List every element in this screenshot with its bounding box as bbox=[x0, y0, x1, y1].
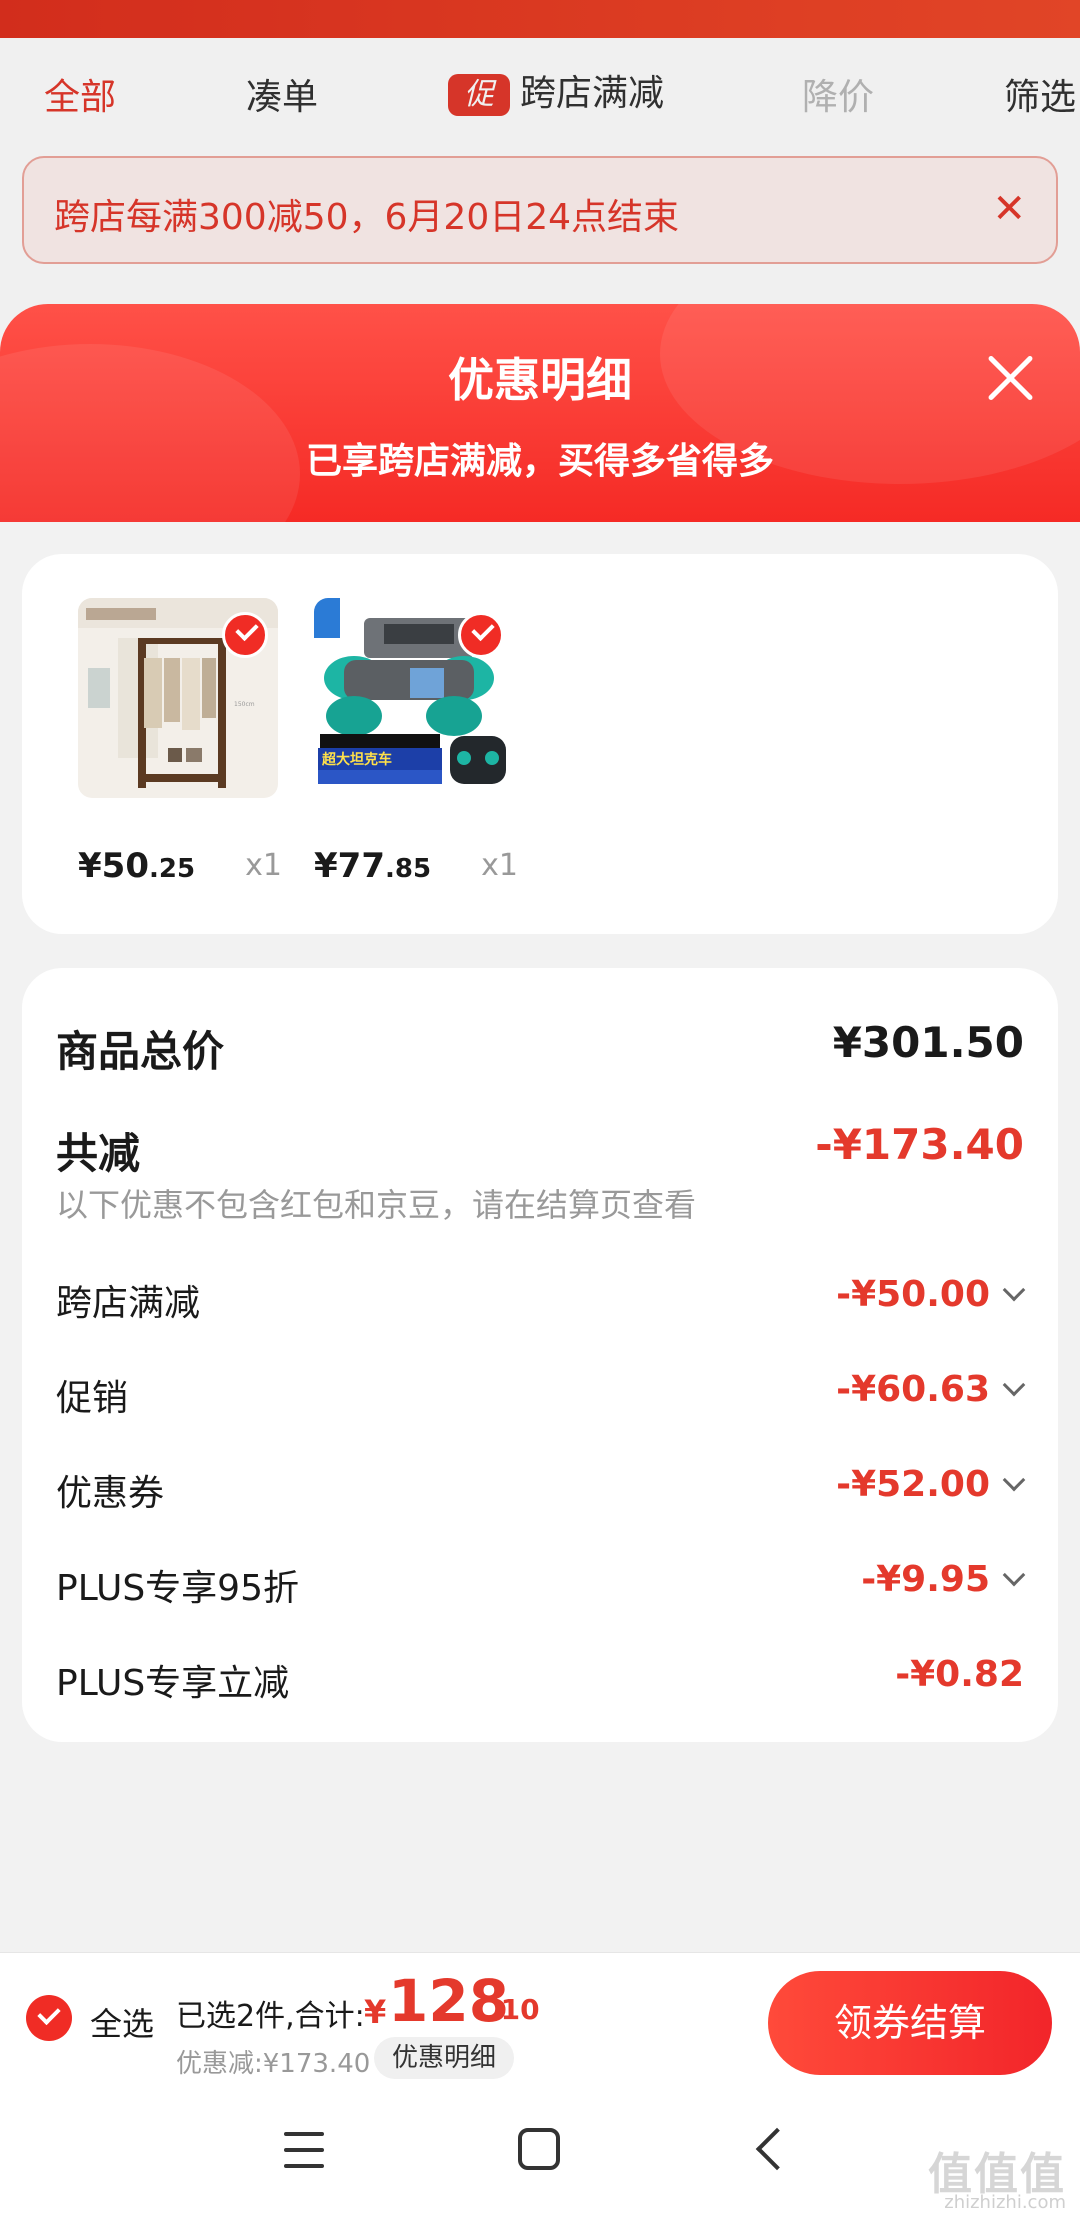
discount-row-coupon[interactable]: 优惠券 -¥52.00 bbox=[56, 1464, 1026, 1524]
discount-value: -¥0.82 bbox=[895, 1654, 1024, 1695]
discount-summary-card: 商品总价 ¥301.50 共减 -¥173.40 以下优惠不包含红包和京豆，请在… bbox=[22, 968, 1058, 1742]
chevron-down-icon[interactable] bbox=[1002, 1563, 1026, 1587]
product-image-rc-car[interactable]: 超大坦克车 bbox=[314, 598, 514, 798]
product-price: ¥50.25 bbox=[78, 846, 196, 886]
total-amount-cents: .10 bbox=[490, 1993, 540, 2026]
sheet-title: 优惠明细 bbox=[448, 353, 632, 407]
total-price-row: 商品总价 ¥301.50 bbox=[56, 1018, 1024, 1078]
checked-icon[interactable] bbox=[222, 612, 268, 658]
svg-text:超大坦克车: 超大坦克车 bbox=[321, 751, 392, 768]
chevron-down-icon[interactable] bbox=[1002, 1468, 1026, 1492]
discount-label: PLUS专享95折 bbox=[56, 1568, 299, 1609]
discount-amount-text: 优惠减:¥173.40 bbox=[176, 2049, 371, 2079]
checkout-button[interactable]: 领券结算 bbox=[768, 1971, 1052, 2075]
discount-note: 以下优惠不包含红包和京豆，请在结算页查看 bbox=[56, 1186, 697, 1224]
discount-row-cross-store[interactable]: 跨店满减 -¥50.00 bbox=[56, 1274, 1026, 1334]
checkout-bar: 全选 已选2件,合计: ¥ 128 .10 优惠减:¥173.40 优惠明细 领… bbox=[0, 1952, 1080, 2088]
back-icon[interactable] bbox=[755, 2127, 799, 2171]
chevron-down-icon[interactable] bbox=[1002, 1278, 1026, 1302]
product-quantity: x1 bbox=[245, 848, 282, 883]
checked-icon[interactable] bbox=[458, 612, 504, 658]
total-price-value: ¥301.50 bbox=[832, 1018, 1024, 1067]
discount-detail-button[interactable]: 优惠明细 bbox=[374, 2037, 515, 2079]
system-navigation-bar: 值值值 zhizhizhi.com bbox=[0, 2088, 1080, 2219]
cart-page-background: 全部 凑单 促跨店满减 降价 筛选 跨店每满300减50，6月20日24点结束 … bbox=[0, 0, 1080, 320]
chevron-down-icon[interactable] bbox=[1002, 1373, 1026, 1397]
overlay-dim bbox=[0, 0, 1080, 320]
total-price-label: 商品总价 bbox=[56, 1027, 225, 1076]
discount-value: -¥9.95 bbox=[861, 1559, 990, 1600]
products-card: 150cm ¥50.25 x1 超大坦克车 ¥77.85 x1 bbox=[22, 554, 1058, 934]
total-reduce-label: 共减 bbox=[56, 1129, 141, 1178]
selected-count-text: 已选2件,合计: bbox=[176, 1999, 365, 2034]
discount-value: -¥50.00 bbox=[836, 1274, 990, 1315]
discount-label: PLUS专享立减 bbox=[56, 1663, 290, 1704]
discount-label: 跨店满减 bbox=[56, 1283, 201, 1324]
select-all-label[interactable]: 全选 bbox=[90, 1999, 154, 2045]
close-icon[interactable] bbox=[980, 348, 1040, 408]
discount-value: -¥60.63 bbox=[836, 1369, 990, 1410]
menu-icon[interactable] bbox=[284, 2132, 328, 2170]
discount-label: 优惠券 bbox=[56, 1473, 165, 1514]
discount-sheet-header: 优惠明细 已享跨店满减，买得多省得多 bbox=[0, 304, 1080, 522]
product-price: ¥77.85 bbox=[314, 846, 432, 886]
discount-value: -¥52.00 bbox=[836, 1464, 990, 1505]
watermark-url: zhizhizhi.com bbox=[944, 2192, 1066, 2213]
home-icon[interactable] bbox=[518, 2128, 560, 2170]
select-all-checkbox[interactable] bbox=[26, 1995, 72, 2041]
discount-label: 促销 bbox=[56, 1378, 129, 1419]
svg-text:150cm: 150cm bbox=[234, 701, 255, 708]
product-image-coat-rack[interactable]: 150cm bbox=[78, 598, 278, 798]
sheet-subtitle: 已享跨店满减，买得多省得多 bbox=[305, 441, 774, 482]
discount-row-plus-reduce: PLUS专享立减 -¥0.82 bbox=[56, 1654, 1024, 1714]
discount-row-plus-95[interactable]: PLUS专享95折 -¥9.95 bbox=[56, 1559, 1026, 1619]
total-currency: ¥ bbox=[364, 1993, 387, 2031]
total-reduce-value: -¥173.40 bbox=[815, 1120, 1024, 1169]
discount-row-promotion[interactable]: 促销 -¥60.63 bbox=[56, 1369, 1026, 1429]
total-reduce-row: 共减 -¥173.40 bbox=[56, 1120, 1024, 1180]
product-quantity: x1 bbox=[481, 848, 518, 883]
